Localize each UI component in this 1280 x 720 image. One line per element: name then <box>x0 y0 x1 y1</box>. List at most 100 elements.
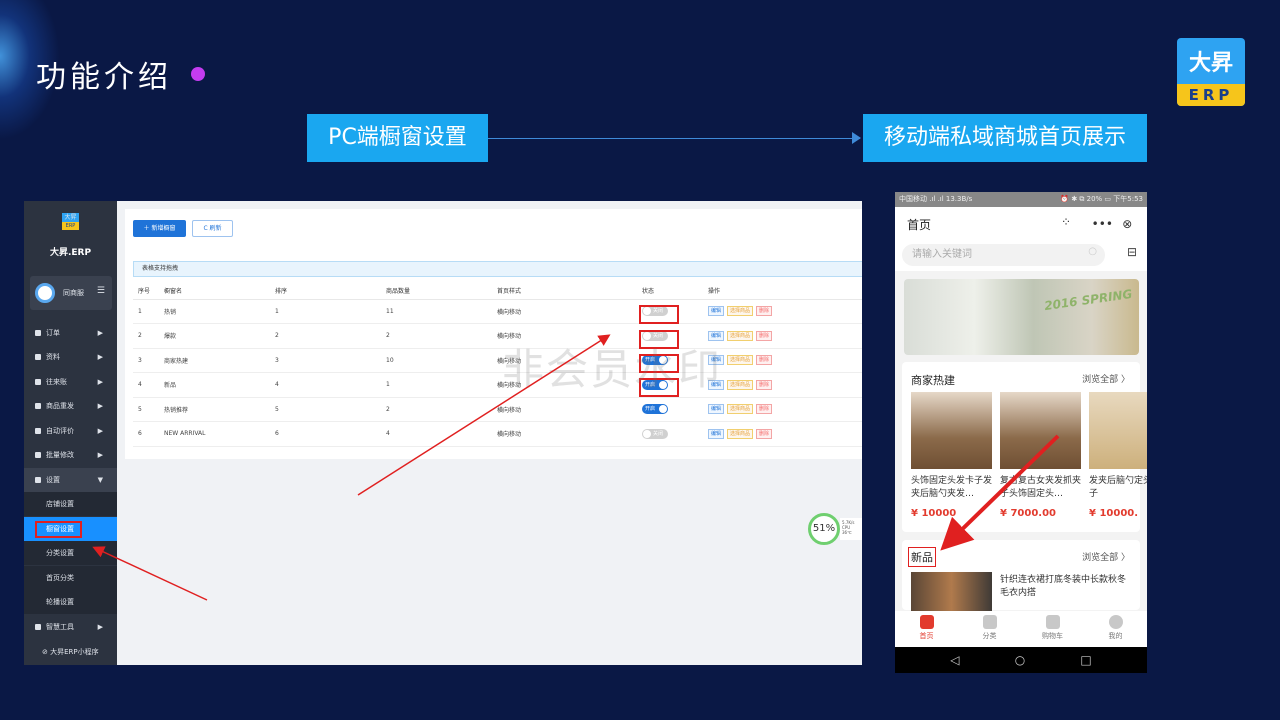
cpu-line2: CPU 36℃ <box>842 525 852 535</box>
select-goods-button[interactable]: 选择商品 <box>727 355 754 366</box>
search-input[interactable]: 请输入关键词 <box>902 244 1105 266</box>
brand-logo: 大昇 ERP <box>1177 38 1245 106</box>
table-row[interactable]: 4 新品 4 1 横向移动 开启 编辑 选择商品 删除 <box>133 372 862 398</box>
cell-no: 5 <box>133 397 159 422</box>
connector-line <box>488 138 860 139</box>
product-price: ¥ 7000.00 <box>1000 508 1056 519</box>
select-goods-button[interactable]: 选择商品 <box>727 379 754 390</box>
sidebar-item-data[interactable]: 资料 ▶ <box>24 345 117 369</box>
cell-sort: 5 <box>270 397 381 422</box>
tab-label: 购物车 <box>1042 632 1063 640</box>
edit-button[interactable]: 编辑 <box>708 404 725 415</box>
col-status: 状态 <box>637 283 703 300</box>
cell-ops: 编辑 选择商品 删除 <box>703 421 862 447</box>
avatar <box>35 283 55 303</box>
menu-icon[interactable]: ☰ <box>97 286 105 296</box>
select-goods-button[interactable]: 选择商品 <box>727 306 754 317</box>
home-button-icon[interactable]: ○ <box>1015 653 1025 667</box>
qr-icon[interactable]: ⁘ <box>1061 215 1071 229</box>
edit-button[interactable]: 编辑 <box>708 306 725 317</box>
chevron-right-icon: ▶ <box>97 353 103 361</box>
cell-count: 11 <box>381 299 492 324</box>
recents-icon[interactable]: □ <box>1080 653 1091 667</box>
sidebar-sub-carousel[interactable]: 轮播设置 <box>24 590 117 614</box>
mobile-search: 请输入关键词 ○ ⊟ <box>895 241 1147 271</box>
tab-cart[interactable]: 购物车 <box>1021 611 1084 647</box>
cell-no: 6 <box>133 421 159 447</box>
table-row[interactable]: 6 NEW ARRIVAL 6 4 横向移动 关闭 编辑 选择商品 删除 <box>133 421 862 447</box>
product-name: 复古复古女夹发抓夹子头饰固定头… <box>1000 476 1081 499</box>
section-shop-hot: 商家热建 浏览全部 〉 头饰固定头发卡子发夹后脑勺夹发… ¥ 10000 复古复古… <box>902 362 1147 532</box>
chevron-right-icon: ▶ <box>97 451 103 459</box>
tab-home[interactable]: 首页 <box>895 611 958 647</box>
sidebar-item-settings[interactable]: 设置 ▼ <box>24 468 117 492</box>
select-goods-button[interactable]: 选择商品 <box>727 404 754 415</box>
scan-icon[interactable]: ⊟ <box>1127 245 1137 259</box>
tab-category[interactable]: 分类 <box>958 611 1021 647</box>
tab-me[interactable]: 我的 <box>1084 611 1147 647</box>
delete-button[interactable]: 删除 <box>756 330 773 341</box>
back-icon[interactable]: ◁ <box>950 653 959 667</box>
product-name: 发夹后脑勺定头发卡子 <box>1089 476 1147 499</box>
cell-style: 横向移动 <box>492 299 637 324</box>
view-all-link[interactable]: 浏览全部 〉 <box>1082 550 1130 563</box>
product-price: ¥ 10000 <box>911 508 957 519</box>
cell-no: 3 <box>133 348 159 373</box>
sidebar-item-label: 智慧工具 <box>46 623 74 631</box>
sidebar-item-batch-edit[interactable]: 批量修改 ▶ <box>24 443 117 467</box>
sidebar-sub-category[interactable]: 分类设置 <box>24 541 117 565</box>
cell-sort: 3 <box>270 348 381 373</box>
more-icon[interactable]: ••• <box>1092 215 1113 233</box>
cell-ops: 编辑 选择商品 删除 <box>703 348 862 373</box>
table-row[interactable]: 5 热销推荐 5 2 横向移动 开启 编辑 选择商品 删除 <box>133 397 862 422</box>
col-ops: 操作 <box>703 283 862 300</box>
cart-icon <box>1045 615 1060 629</box>
delete-button[interactable]: 删除 <box>756 404 773 415</box>
sidebar-mini-program[interactable]: ⊘ 大昇ERP小程序 <box>24 640 117 664</box>
category-icon <box>982 615 997 629</box>
select-goods-button[interactable]: 选择商品 <box>727 428 754 439</box>
sidebar-sub-shop[interactable]: 店铺设置 <box>24 492 117 516</box>
sidebar-item-repost[interactable]: 商品重发 ▶ <box>24 394 117 418</box>
section-new: 新品 浏览全部 〉 针织连衣裙打底冬装中长款秋冬毛衣内搭 <box>902 540 1140 626</box>
refresh-button[interactable]: C 刷新 <box>192 220 233 237</box>
add-window-button[interactable]: ＋ 新增橱窗 <box>133 220 186 237</box>
chevron-right-icon: ▶ <box>97 329 103 337</box>
cell-count: 2 <box>381 323 492 349</box>
cell-name: 热销推荐 <box>159 397 270 422</box>
delete-button[interactable]: 删除 <box>756 306 773 317</box>
table-row[interactable]: 3 商家热建 3 10 横向移动 开启 编辑 选择商品 删除 <box>133 348 862 373</box>
banner-carousel[interactable]: 2016 SPRING <box>904 279 1139 355</box>
status-toggle[interactable]: 开启 <box>642 404 668 415</box>
chevron-right-icon: ▶ <box>97 402 103 410</box>
sidebar-item-orders[interactable]: 订单 ▶ <box>24 321 117 345</box>
close-icon[interactable]: ⊗ <box>1122 215 1132 233</box>
sidebar-item-accounts[interactable]: 往来账 ▶ <box>24 370 117 394</box>
edit-button[interactable]: 编辑 <box>708 428 725 439</box>
product-card[interactable]: 头饰固定头发卡子发夹后脑勺夹发… ¥ 10000 <box>911 392 992 519</box>
mobile-header: 首页 ⁘ ••• ⊗ <box>895 207 1147 241</box>
table-row[interactable]: 2 爆款 2 2 横向移动 关闭 编辑 选择商品 删除 <box>133 323 862 349</box>
cell-ops: 编辑 选择商品 删除 <box>703 372 862 398</box>
product-card[interactable]: 复古复古女夹发抓夹子头饰固定头… ¥ 7000.00 <box>1000 392 1081 519</box>
status-toggle[interactable]: 关闭 <box>642 428 668 439</box>
sidebar-item-tools[interactable]: 智慧工具 ▶ <box>24 615 117 639</box>
sidebar-logo: 大昇 ERP <box>62 213 79 230</box>
home-icon <box>919 615 934 629</box>
chevron-right-icon: ▶ <box>97 427 103 435</box>
sidebar-sub-home-category[interactable]: 首页分类 <box>24 566 117 590</box>
capsule: ••• ⊗ <box>1087 215 1137 233</box>
delete-button[interactable]: 删除 <box>756 355 773 366</box>
chevron-down-icon: ▼ <box>97 476 103 484</box>
delete-button[interactable]: 删除 <box>756 428 773 439</box>
product-name[interactable]: 针织连衣裙打底冬装中长款秋冬毛衣内搭 <box>1000 574 1128 600</box>
view-all-link[interactable]: 浏览全部 〉 <box>1082 372 1130 385</box>
table-row[interactable]: 1 热销 1 11 横向移动 关闭 编辑 选择商品 删除 <box>133 299 862 324</box>
product-card[interactable]: 发夹后脑勺定头发卡子 ¥ 10000. <box>1089 392 1147 519</box>
sidebar-item-auto-review[interactable]: 自动评价 ▶ <box>24 419 117 443</box>
select-goods-button[interactable]: 选择商品 <box>727 330 754 341</box>
delete-button[interactable]: 删除 <box>756 379 773 390</box>
window-table: 序号 橱窗名 排序 商品数量 首页样式 状态 操作 1 热销 1 11 横向移动… <box>133 283 862 447</box>
user-card[interactable]: 同商服 ☰ <box>30 276 112 310</box>
edit-icon <box>35 452 41 458</box>
